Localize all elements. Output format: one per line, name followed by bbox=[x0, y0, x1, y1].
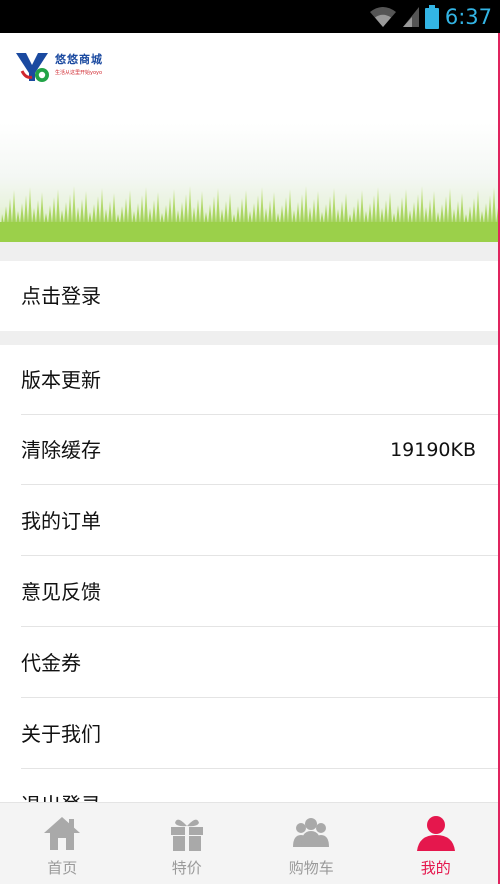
tab-label: 首页 bbox=[47, 859, 78, 877]
logo-subtitle: 生活从这里开始yoyo bbox=[55, 70, 103, 76]
divider bbox=[21, 697, 498, 698]
logo-name: 悠悠商城 bbox=[55, 53, 103, 66]
menu-item-label: 代金券 bbox=[21, 651, 81, 675]
tab-specials[interactable]: 特价 bbox=[125, 803, 250, 884]
menu-item-clear-cache[interactable]: 清除缓存 19190KB bbox=[0, 415, 498, 485]
home-icon bbox=[44, 817, 81, 850]
menu-item-label: 清除缓存 bbox=[21, 438, 101, 462]
divider bbox=[21, 626, 498, 627]
tab-cart[interactable]: 购物车 bbox=[249, 803, 374, 884]
group-icon bbox=[293, 818, 330, 847]
menu-item-feedback[interactable]: 意见反馈 bbox=[0, 557, 498, 627]
divider bbox=[21, 484, 498, 485]
divider bbox=[21, 555, 498, 556]
tab-home[interactable]: 首页 bbox=[0, 803, 125, 884]
menu-item-orders[interactable]: 我的订单 bbox=[0, 486, 498, 556]
tab-label: 特价 bbox=[171, 859, 202, 877]
wifi-icon bbox=[369, 6, 396, 27]
header-banner: 悠悠商城 生活从这里开始yoyo bbox=[0, 33, 498, 242]
login-row[interactable]: 点击登录 bbox=[0, 261, 498, 331]
tab-mine[interactable]: 我的 bbox=[374, 803, 499, 884]
menu-item-label: 关于我们 bbox=[21, 722, 101, 746]
brand-logo: 悠悠商城 生活从这里开始yoyo bbox=[16, 51, 103, 83]
gift-icon bbox=[170, 819, 203, 851]
login-label: 点击登录 bbox=[21, 284, 101, 308]
menu-item-label: 意见反馈 bbox=[21, 580, 101, 604]
menu-item-label: 我的订单 bbox=[21, 509, 101, 533]
menu-item-label: 版本更新 bbox=[21, 368, 101, 392]
menu-item-update[interactable]: 版本更新 bbox=[0, 345, 498, 415]
tab-label: 我的 bbox=[420, 859, 451, 877]
bottom-tab-bar: 首页 特价 购物车 我的 bbox=[0, 802, 498, 884]
section-gap bbox=[0, 242, 498, 261]
logo-mark-icon bbox=[16, 53, 49, 82]
signal-icon bbox=[402, 6, 419, 27]
cache-size: 19190KB bbox=[390, 439, 476, 461]
grass-image bbox=[0, 186, 498, 242]
menu-item-vouchers[interactable]: 代金券 bbox=[0, 628, 498, 698]
person-icon bbox=[416, 816, 455, 851]
tab-label: 购物车 bbox=[288, 859, 334, 877]
divider bbox=[21, 768, 498, 769]
status-time: 6:37 bbox=[444, 4, 492, 29]
status-bar: 6:37 bbox=[0, 0, 500, 33]
menu-item-about[interactable]: 关于我们 bbox=[0, 699, 498, 769]
battery-icon bbox=[424, 4, 439, 29]
section-gap bbox=[0, 331, 498, 345]
